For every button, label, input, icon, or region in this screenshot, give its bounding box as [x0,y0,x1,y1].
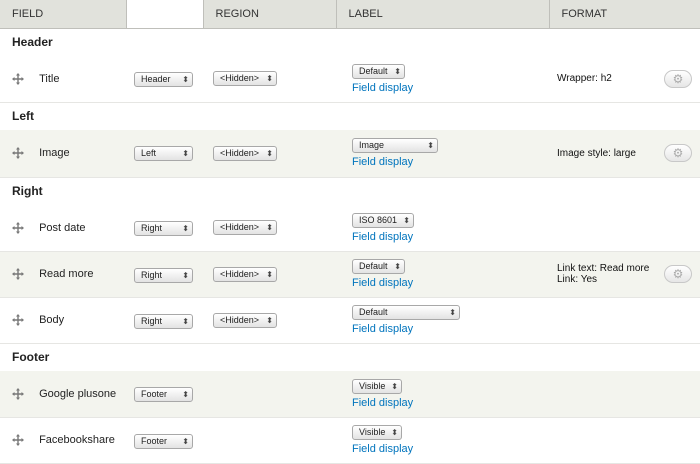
field-display-link[interactable]: Field display [352,156,549,168]
chevron-updown-icon: ⬍ [182,224,189,233]
field-name: Post date [39,221,86,234]
region-title: Footer [0,343,700,371]
parent-select[interactable]: Header ⬍ [134,72,193,87]
field-display-link[interactable]: Field display [352,323,549,335]
chevron-updown-icon: ⬍ [182,316,189,326]
field-display-table: FIELD REGION LABEL FORMAT Header Title H… [0,0,700,464]
chevron-updown-icon: ⬍ [266,148,273,158]
move-cross-icon[interactable] [12,268,24,281]
field-display-link[interactable]: Field display [352,277,549,289]
move-cross-icon[interactable] [12,314,24,327]
formatter-select[interactable]: Image ⬍ [352,138,438,154]
chevron-updown-icon: ⬍ [182,390,189,399]
table-row-body[interactable]: Body Right ⬍ <Hidden> ⬍ Default ⬍ Field dis… [0,297,700,344]
chevron-updown-icon: ⬍ [182,75,189,84]
region-title: Left [0,102,700,130]
chevron-updown-icon: ⬍ [182,436,189,446]
gear-icon[interactable]: ⚙ [664,69,692,88]
field-name: Body [39,314,65,327]
field-name: Facebookshare [39,434,115,447]
table-row-title[interactable]: Title Header ⬍ <Hidden> ⬍ Default ⬍ Field d… [0,56,700,103]
field-display-link[interactable]: Field display [352,443,549,455]
column-header-field: FIELD [0,0,127,29]
chevron-updown-icon: ⬍ [266,269,273,279]
formatter-select[interactable]: Visible ⬍ [352,425,402,440]
field-display-link[interactable]: Field display [352,231,549,243]
region-row-right: Right [0,177,700,205]
region-row-footer: Footer [0,343,700,371]
table-row-facebookshare[interactable]: Facebookshare Footer ⬍ Visible ⬍ Field dis… [0,417,700,464]
chevron-updown-icon: ⬍ [266,315,273,325]
table-row-image[interactable]: Image Left ⬍ <Hidden> ⬍ Image ⬍ Field displ… [0,130,700,178]
formatter-select[interactable]: Default ⬍ [352,63,405,79]
table-row-read-more[interactable]: Read more Right ⬍ <Hidden> ⬍ Default ⬍ Fiel… [0,251,700,298]
label-display-select[interactable]: <Hidden> ⬍ [213,220,277,236]
label-display-select[interactable]: <Hidden> ⬍ [213,312,277,328]
move-cross-icon[interactable] [12,221,24,234]
region-title: Right [0,177,700,205]
formatter-select[interactable]: ISO 8601 ⬍ [352,212,414,228]
chevron-updown-icon: ⬍ [391,428,398,437]
move-cross-icon[interactable] [12,72,24,85]
label-display-select[interactable]: <Hidden> ⬍ [213,71,277,87]
chevron-updown-icon: ⬍ [449,308,456,317]
parent-select[interactable]: Right ⬍ [134,221,193,236]
table-row-post-date[interactable]: Post date Right ⬍ <Hidden> ⬍ ISO 8601 ⬍ Fie… [0,205,700,252]
move-cross-icon[interactable] [12,434,24,447]
chevron-updown-icon: ⬍ [427,141,434,151]
column-header-blank [125,0,204,29]
chevron-updown-icon: ⬍ [266,223,273,233]
move-cross-icon[interactable] [12,387,24,400]
field-display-link[interactable]: Field display [352,397,549,409]
region-row-left: Left [0,102,700,130]
chevron-updown-icon: ⬍ [391,381,398,391]
chevron-updown-icon: ⬍ [182,149,189,158]
parent-select[interactable]: Footer ⬍ [134,387,193,402]
table-header-row: FIELD REGION LABEL FORMAT [0,0,700,29]
column-header-label: LABEL [336,0,550,29]
region-row-header: Header [0,28,700,56]
column-header-format: FORMAT [549,0,700,29]
region-title: Header [0,28,700,56]
chevron-updown-icon: ⬍ [182,270,189,280]
column-header-region: REGION [203,0,337,29]
formatter-select[interactable]: Visible ⬍ [352,378,402,394]
chevron-updown-icon: ⬍ [394,66,401,76]
field-display-link[interactable]: Field display [352,82,549,94]
parent-select[interactable]: Left ⬍ [134,146,193,161]
field-name: Title [39,72,60,85]
table-row-google-plusone[interactable]: Google plusone Footer ⬍ Visible ⬍ Field di… [0,371,700,418]
formatter-select[interactable]: Default ⬍ [352,259,405,274]
parent-select[interactable]: Right ⬍ [134,313,193,329]
label-display-select[interactable]: <Hidden> ⬍ [213,266,277,282]
chevron-updown-icon: ⬍ [266,74,273,84]
parent-select[interactable]: Footer ⬍ [134,433,193,449]
chevron-updown-icon: ⬍ [394,262,401,271]
gear-icon[interactable]: ⚙ [664,265,692,283]
field-name: Read more [39,268,94,281]
label-display-select[interactable]: <Hidden> ⬍ [213,145,277,161]
formatter-select[interactable]: Default ⬍ [352,305,460,320]
field-name: Image [39,147,70,160]
move-cross-icon[interactable] [12,147,24,160]
gear-icon[interactable]: ⚙ [664,144,692,163]
parent-select[interactable]: Right ⬍ [134,267,193,283]
field-name: Google plusone [39,387,117,400]
chevron-updown-icon: ⬍ [403,215,410,225]
